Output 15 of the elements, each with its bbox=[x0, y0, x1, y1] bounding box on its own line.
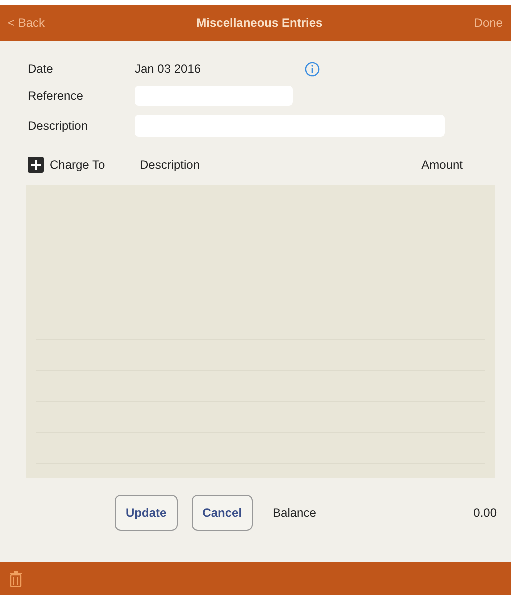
date-label: Date bbox=[28, 61, 54, 78]
date-value: Jan 03 2016 bbox=[135, 61, 202, 78]
add-icon[interactable] bbox=[28, 157, 44, 173]
cancel-button[interactable]: Cancel bbox=[192, 495, 254, 531]
balance-label: Balance bbox=[273, 505, 318, 522]
balance-value: 0.00 bbox=[474, 505, 497, 522]
column-header: Charge To bbox=[50, 157, 106, 174]
trash-icon[interactable] bbox=[10, 570, 22, 586]
reference-label: Reference bbox=[28, 88, 84, 105]
description-label: Description bbox=[28, 118, 90, 135]
update-button[interactable]: Update bbox=[115, 495, 178, 531]
column-header: Description bbox=[140, 157, 202, 174]
info-icon[interactable] bbox=[305, 62, 320, 76]
column-header: Amount bbox=[422, 157, 463, 174]
screen-title: Miscellaneous Entries bbox=[196, 15, 323, 32]
